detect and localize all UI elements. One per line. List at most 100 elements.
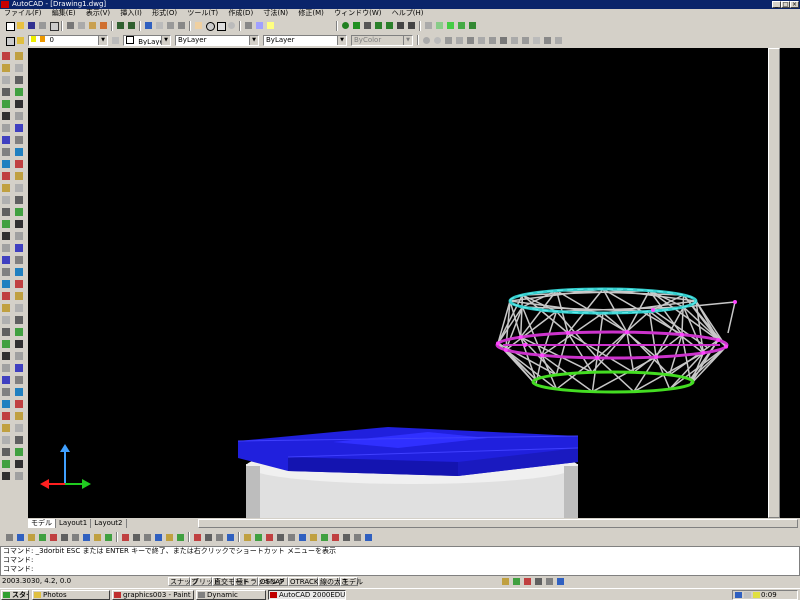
spline-icon[interactable]	[2, 148, 10, 156]
polyline-icon[interactable]	[2, 76, 10, 84]
volume-icon[interactable]	[744, 592, 751, 598]
menu-dimension[interactable]: 寸法(N)	[259, 9, 292, 18]
insert-block-icon[interactable]	[2, 172, 10, 180]
open-button[interactable]	[16, 21, 25, 30]
trim-icon[interactable]	[15, 160, 23, 168]
3d-face-icon[interactable]	[2, 316, 10, 324]
revision-cloud-icon[interactable]	[2, 136, 10, 144]
command-prompt[interactable]: コマンド:	[3, 565, 799, 574]
layers-button[interactable]	[16, 36, 25, 45]
linear-dim-button[interactable]	[5, 533, 14, 542]
material-icon[interactable]	[15, 460, 23, 468]
wedge-icon[interactable]	[2, 376, 10, 384]
rectangle-icon[interactable]	[2, 100, 10, 108]
snap-toggle[interactable]: スナップ	[168, 577, 198, 586]
match-properties-button[interactable]	[99, 21, 108, 30]
massprop-icon[interactable]	[15, 400, 23, 408]
swivel-button[interactable]	[374, 21, 383, 30]
lineweight-dropdown[interactable]: ByLayer ▼	[263, 34, 347, 46]
ortho-toggle[interactable]: 直交モード	[212, 577, 249, 586]
orbit-toolbar-button-12[interactable]	[543, 36, 552, 45]
color-dropdown[interactable]: ByLayer ▼	[123, 34, 171, 46]
extrude-icon[interactable]	[2, 400, 10, 408]
continue-dim-button[interactable]	[93, 533, 102, 542]
light-button[interactable]	[309, 533, 318, 542]
orbit-button[interactable]	[341, 21, 350, 30]
help-button[interactable]	[266, 21, 275, 30]
cone-icon[interactable]	[2, 364, 10, 372]
dim-text-edit-button[interactable]	[154, 533, 163, 542]
array-icon[interactable]	[15, 100, 23, 108]
ellipse-icon[interactable]	[2, 160, 10, 168]
menu-window[interactable]: ウィンドウ(W)	[330, 9, 385, 18]
menu-format[interactable]: 形式(O)	[148, 9, 181, 18]
cut-button[interactable]	[66, 21, 75, 30]
osnap-toggle[interactable]: OSNAP	[258, 577, 288, 586]
start-button[interactable]: スタート	[1, 590, 29, 600]
angular-dim-button[interactable]	[60, 533, 69, 542]
scale-icon[interactable]	[15, 136, 23, 144]
drawing-viewport[interactable]	[28, 48, 800, 518]
properties-button[interactable]	[244, 21, 253, 30]
revolve-icon[interactable]	[2, 412, 10, 420]
light-icon[interactable]	[15, 436, 23, 444]
grid-toggle[interactable]: グリッド	[190, 577, 220, 586]
orbit-toolbar-button-6[interactable]	[477, 36, 486, 45]
match-properties-icon[interactable]	[15, 328, 23, 336]
layer-previous-button[interactable]	[111, 36, 120, 45]
chamfer-icon[interactable]	[15, 220, 23, 228]
menu-draw[interactable]: 作成(D)	[224, 9, 257, 18]
id-point-icon[interactable]	[15, 376, 23, 384]
command-line[interactable]: コマンド: _3dorbit ESC または ENTER キーで終了、または右ク…	[0, 546, 800, 576]
orbit-toolbar-button-9[interactable]	[510, 36, 519, 45]
3d-orbit-button[interactable]	[243, 533, 252, 542]
camera-button[interactable]	[363, 21, 372, 30]
linetype-dropdown[interactable]: ByLayer ▼	[175, 34, 259, 46]
zoom-all-button[interactable]	[215, 533, 224, 542]
distance-icon[interactable]	[15, 352, 23, 360]
taskbar-item-autocad[interactable]: AutoCAD 2000EDUC...	[268, 590, 346, 600]
network-icon[interactable]	[735, 592, 742, 598]
copy-icon[interactable]	[15, 64, 23, 72]
explode-icon[interactable]	[15, 244, 23, 252]
ime-icon[interactable]	[753, 592, 760, 598]
tab-layout1[interactable]: Layout1	[56, 519, 92, 528]
ucs-button[interactable]	[166, 21, 175, 30]
circle-icon[interactable]	[2, 124, 10, 132]
zoom-realtime-button[interactable]	[205, 21, 215, 31]
dim-update-button[interactable]	[165, 533, 174, 542]
menu-tools[interactable]: ツール(T)	[183, 9, 222, 18]
taskbar-item-dynamic[interactable]: Dynamic	[196, 590, 266, 600]
orbit-toolbar-button-4[interactable]	[455, 36, 464, 45]
status-material-button[interactable]	[523, 577, 532, 586]
erase-icon[interactable]	[15, 52, 23, 60]
center-mark-button[interactable]	[132, 533, 141, 542]
taskbar-item-paint[interactable]: graphics003 - Paint	[112, 590, 194, 600]
line-icon[interactable]	[2, 52, 10, 60]
layer-icon[interactable]	[15, 340, 23, 348]
otrack-toggle[interactable]: OTRACK	[288, 577, 319, 586]
break-icon[interactable]	[15, 196, 23, 204]
status-scene-button[interactable]	[545, 577, 554, 586]
orbit-toolbar-button-11[interactable]	[532, 36, 541, 45]
clip-back-button[interactable]	[407, 21, 416, 30]
redo-button[interactable]	[127, 21, 136, 30]
clip-front-button[interactable]	[396, 21, 405, 30]
distance-3d-button[interactable]	[385, 21, 394, 30]
orbit-toolbar-button-8[interactable]	[499, 36, 508, 45]
new-button[interactable]	[5, 21, 15, 31]
donut-icon[interactable]	[2, 304, 10, 312]
menu-insert[interactable]: 挿入(I)	[116, 9, 146, 18]
polygon-icon[interactable]	[2, 88, 10, 96]
distance-button[interactable]	[177, 21, 186, 30]
make-layer-current-button[interactable]	[5, 36, 15, 46]
top-view-button[interactable]	[424, 21, 433, 30]
tab-layout2[interactable]: Layout2	[91, 519, 127, 528]
join-icon[interactable]	[15, 208, 23, 216]
sphere-icon[interactable]	[2, 340, 10, 348]
maximize-button[interactable]: □	[781, 1, 790, 8]
preview-button[interactable]	[49, 21, 59, 31]
left-view-button[interactable]	[446, 21, 455, 30]
list-icon[interactable]	[15, 388, 23, 396]
lineweight-toggle[interactable]: 線の太さ	[318, 577, 348, 586]
